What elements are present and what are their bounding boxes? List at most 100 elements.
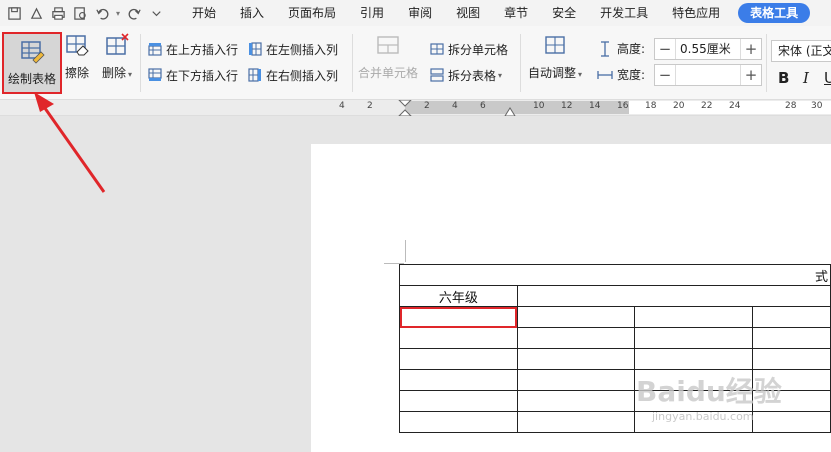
tab-insert[interactable]: 插入 — [228, 0, 276, 26]
bold-button[interactable]: B — [778, 69, 789, 87]
print-icon[interactable] — [48, 3, 68, 23]
row-height-input[interactable]: 0.55厘米 — [675, 39, 741, 59]
table-row — [399, 348, 831, 370]
insert-row-below-button[interactable]: 在下方插入行 — [148, 66, 238, 84]
ruler-number: 24 — [729, 101, 741, 111]
split-table-button[interactable]: 拆分表格 ▾ — [430, 66, 502, 84]
row-height-icon — [601, 40, 609, 57]
draw-table-button[interactable]: 绘制表格 — [2, 32, 62, 94]
insert-column-right-button[interactable]: 在右侧插入列 — [248, 66, 338, 84]
table-cell[interactable] — [399, 327, 518, 349]
table-cell[interactable] — [516, 369, 636, 391]
insert-row-below-icon — [148, 68, 162, 81]
separator — [140, 34, 141, 92]
separator — [520, 34, 521, 92]
ruler-number: 4 — [452, 101, 458, 111]
table-cell[interactable] — [752, 327, 831, 349]
indent-marker-icon[interactable] — [398, 100, 412, 116]
decrease-width-button[interactable]: − — [655, 65, 675, 85]
save-icon[interactable] — [4, 3, 24, 23]
ruler-number: 12 — [561, 101, 573, 111]
split-cells-button[interactable]: 拆分单元格 — [430, 40, 508, 58]
undo-dropdown-icon[interactable]: ▾ — [114, 3, 122, 23]
height-label: 高度: — [597, 40, 645, 57]
tab-page-layout[interactable]: 页面布局 — [276, 0, 348, 26]
redo-icon[interactable] — [124, 3, 144, 23]
ruler-number: 16 — [617, 101, 629, 111]
split-table-icon — [430, 68, 444, 82]
table-cell[interactable] — [399, 369, 518, 391]
split-cells-icon — [430, 43, 444, 55]
table-row — [399, 411, 831, 433]
crop-mark — [405, 240, 406, 262]
increase-width-button[interactable]: + — [741, 65, 761, 85]
table-cell[interactable] — [634, 306, 754, 328]
column-width-input[interactable] — [675, 65, 741, 85]
ruler-number: 2 — [424, 101, 430, 111]
tab-view[interactable]: 视图 — [444, 0, 492, 26]
auto-fit-button[interactable]: 自动调整 ▾ — [528, 32, 582, 81]
customize-toolbar-icon[interactable] — [146, 3, 166, 23]
print-preview-icon[interactable] — [70, 3, 90, 23]
tab-chapter[interactable]: 章节 — [492, 0, 540, 26]
insert-column-left-button[interactable]: 在左侧插入列 — [248, 40, 338, 58]
insert-column-left-icon — [249, 42, 262, 56]
auto-fit-icon — [545, 36, 565, 54]
tab-table-tools[interactable]: 表格工具 — [738, 3, 811, 23]
italic-button[interactable]: I — [803, 69, 809, 87]
table-cell[interactable] — [516, 390, 636, 412]
ruler-number: 30 — [811, 101, 823, 111]
title-fragment: 式 — [814, 269, 828, 285]
table-cell[interactable] — [516, 306, 636, 328]
font-name-select[interactable]: 宋体 (正文 — [771, 40, 831, 62]
table-cell[interactable]: 式 — [399, 264, 831, 286]
table-cell[interactable] — [516, 327, 636, 349]
quick-access-toolbar: ▾ — [0, 3, 166, 23]
table-cell[interactable] — [399, 348, 518, 370]
table-row — [399, 306, 831, 328]
underline-button[interactable]: U — [824, 69, 831, 87]
insert-row-above-button[interactable]: 在上方插入行 — [148, 40, 238, 58]
ruler-number: 2 — [367, 101, 373, 111]
table-cell[interactable] — [399, 411, 518, 433]
tab-references[interactable]: 引用 — [348, 0, 396, 26]
decrease-height-button[interactable]: − — [655, 39, 675, 59]
tab-home[interactable]: 开始 — [180, 0, 228, 26]
table-cell[interactable] — [752, 306, 831, 328]
table-cell[interactable] — [516, 285, 831, 307]
table-cell[interactable] — [516, 411, 636, 433]
table-row: 式 — [399, 264, 831, 286]
table-cell[interactable] — [634, 327, 754, 349]
tab-stop-marker-icon[interactable] — [504, 106, 516, 116]
ruler-number: 14 — [589, 101, 601, 111]
tab-review[interactable]: 审阅 — [396, 0, 444, 26]
ruler-number: 4 — [339, 101, 345, 111]
selected-table-cell[interactable] — [399, 306, 518, 328]
table-cell[interactable] — [634, 348, 754, 370]
erase-button[interactable]: 擦除 — [64, 32, 90, 81]
column-width-icon — [597, 70, 613, 79]
table-cell[interactable]: 六年级 — [399, 285, 518, 307]
draw-table-icon — [21, 41, 45, 64]
undo-icon[interactable] — [92, 3, 112, 23]
watermark-logo: Baidu经验 — [636, 375, 782, 408]
merge-cells-button[interactable]: 合并单元格 — [358, 32, 418, 81]
row-height-stepper[interactable]: − 0.55厘米 + — [654, 38, 762, 60]
table-cell[interactable] — [752, 411, 831, 433]
ruler-number: 6 — [480, 101, 486, 111]
table-cell[interactable] — [516, 348, 636, 370]
increase-height-button[interactable]: + — [741, 39, 761, 59]
table-cell[interactable] — [752, 348, 831, 370]
ruler-number: 18 — [645, 101, 657, 111]
separator — [766, 34, 767, 92]
insert-row-above-icon — [148, 43, 162, 56]
horizontal-ruler[interactable]: 4 2 2 4 6 10 12 14 16 18 20 22 24 28 30 — [0, 100, 831, 116]
export-pdf-icon[interactable] — [26, 3, 46, 23]
tab-developer[interactable]: 开发工具 — [588, 0, 660, 26]
table-cell[interactable] — [399, 390, 518, 412]
column-width-stepper[interactable]: − + — [654, 64, 762, 86]
delete-button[interactable]: 删除 ▾ — [102, 32, 132, 81]
ribbon-toolbar: 绘制表格 擦除 删除 ▾ 在上方插入行 在下方插入行 在左侧插入列 在右侧插入列… — [0, 26, 831, 100]
tab-security[interactable]: 安全 — [540, 0, 588, 26]
tab-special[interactable]: 特色应用 — [660, 0, 732, 26]
